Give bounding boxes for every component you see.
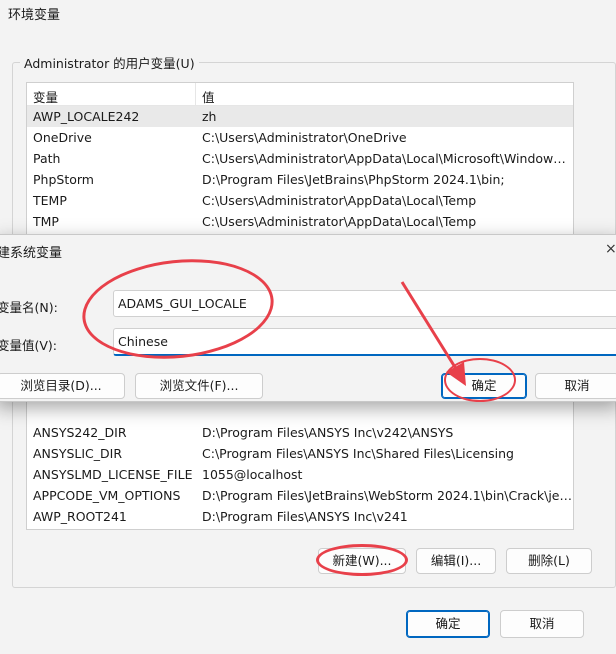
annotation-arrow (400, 281, 466, 386)
